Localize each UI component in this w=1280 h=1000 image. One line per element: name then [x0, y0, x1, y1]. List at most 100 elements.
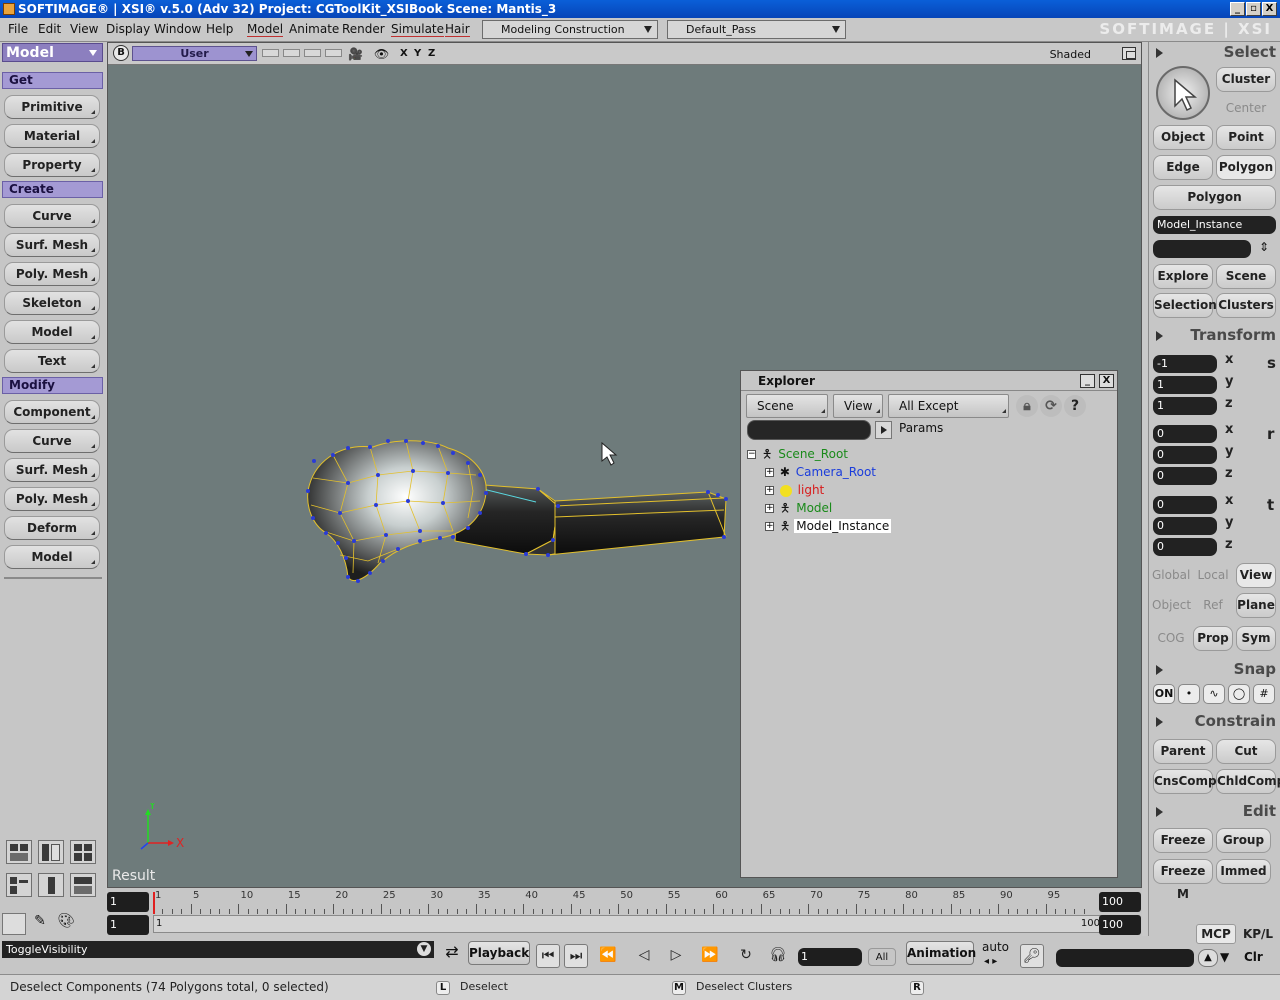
create-skeleton-button[interactable]: Skeleton — [4, 291, 100, 315]
object-ref-button[interactable]: Object — [1151, 593, 1191, 618]
all-toggle[interactable]: All — [868, 948, 896, 966]
scene-root-dropdown[interactable]: Scene Root — [746, 394, 828, 435]
menu-hair[interactable]: Hair — [445, 22, 470, 37]
layout-row-view-icon[interactable] — [70, 873, 96, 897]
maximize-window-button[interactable]: ▫ — [1246, 2, 1261, 16]
scroll-arrows-icon[interactable]: ⇕ — [1259, 240, 1269, 254]
rotate-r-icon[interactable]: r — [1267, 425, 1274, 443]
section-get[interactable]: Get — [2, 72, 103, 89]
expand-icon[interactable]: + — [765, 504, 774, 513]
selection-name-field[interactable] — [1153, 240, 1251, 258]
first-frame-icon[interactable]: ⏪ — [596, 944, 620, 968]
menu-display[interactable]: Display — [106, 22, 150, 36]
freeze-m-button[interactable]: Freeze M — [1153, 859, 1213, 901]
collapse-icon[interactable]: − — [747, 450, 756, 459]
select-arrow-icon[interactable] — [1156, 66, 1210, 120]
play-backward-icon[interactable]: ◁ — [632, 944, 656, 968]
selection-button[interactable]: Selection — [1153, 293, 1217, 318]
explorer-minimize-button[interactable]: _ — [1080, 374, 1095, 388]
explorer-close-button[interactable]: X — [1099, 374, 1114, 388]
layout-grid-view-icon[interactable] — [70, 840, 96, 864]
section-modify[interactable]: Modify — [2, 377, 103, 394]
minimize-window-button[interactable]: _ — [1230, 2, 1245, 16]
loop-icon[interactable]: ↻ — [734, 944, 758, 968]
get-property-button[interactable]: Property — [4, 153, 100, 177]
rotate-x-field[interactable]: 0 — [1153, 425, 1217, 443]
key-down-icon[interactable]: ▼ — [1220, 950, 1229, 964]
snap-grid-icon[interactable]: # — [1253, 684, 1275, 704]
group-button[interactable]: Group — [1216, 828, 1271, 853]
key-icon[interactable]: 🔑︎ — [1020, 944, 1044, 968]
menu-view[interactable]: View — [70, 22, 98, 36]
lock-icon[interactable]: 🔒︎ — [1016, 395, 1038, 417]
translate-x-field[interactable]: 0 — [1153, 496, 1217, 514]
center-button[interactable]: Center — [1216, 96, 1276, 121]
create-curve-button[interactable]: Curve — [4, 204, 100, 228]
section-create[interactable]: Create — [2, 181, 103, 198]
snap-on-toggle[interactable]: ON — [1153, 684, 1175, 704]
tree-node-light[interactable]: + light — [765, 481, 826, 499]
expand-icon[interactable]: + — [765, 486, 774, 495]
current-frame-marker[interactable] — [153, 892, 155, 914]
filter-dropdown[interactable]: All Except Params — [888, 394, 1009, 435]
layout-split-view-icon[interactable] — [38, 840, 64, 864]
animation-value-field[interactable] — [1056, 949, 1194, 967]
timeline-start-field[interactable]: 1 — [107, 892, 149, 912]
modify-component-button[interactable]: Component — [4, 400, 100, 424]
auto-key-arrows-icon[interactable]: ◂ ▸ — [984, 956, 997, 967]
menu-animate[interactable]: Animate — [289, 22, 339, 36]
transform-header[interactable]: Transform — [1152, 325, 1279, 345]
view-ref-button[interactable]: View — [1236, 563, 1276, 588]
prop-button[interactable]: Prop — [1193, 626, 1233, 651]
key-up-icon[interactable]: ▲ — [1198, 949, 1218, 967]
timeline-range-slider[interactable]: 1 100 — [153, 915, 1103, 933]
sym-button[interactable]: Sym — [1236, 626, 1276, 651]
auto-key-label[interactable]: auto — [982, 940, 1009, 954]
view-dropdown[interactable]: View — [833, 394, 883, 418]
tree-node-model-instance[interactable]: + 🯅 Model_Instance — [765, 517, 892, 535]
translate-t-icon[interactable]: t — [1267, 496, 1274, 514]
brush-icon[interactable]: ✎ — [28, 913, 52, 935]
audio-icon[interactable]: 🎧︎ — [766, 944, 790, 968]
get-material-button[interactable]: Material — [4, 124, 100, 148]
snap-surface-icon[interactable]: ◯ — [1228, 684, 1250, 704]
refresh-icon[interactable]: ⟳ — [1040, 395, 1062, 417]
scale-y-field[interactable]: 1 — [1153, 376, 1217, 394]
create-poly-mesh-button[interactable]: Poly. Mesh — [4, 262, 100, 286]
create-text-button[interactable]: Text — [4, 349, 100, 373]
menu-simulate[interactable]: Simulate — [391, 22, 445, 37]
explorer-title-bar[interactable]: Explorer _ X — [741, 371, 1117, 391]
snap-curve-icon[interactable]: ∿ — [1203, 684, 1225, 704]
edit-header[interactable]: Edit — [1152, 801, 1279, 821]
layout-explorer-view-icon[interactable] — [6, 873, 32, 897]
modify-deform-button[interactable]: Deform — [4, 516, 100, 540]
modify-poly-mesh-button[interactable]: Poly. Mesh — [4, 487, 100, 511]
expand-icon[interactable]: + — [765, 522, 774, 531]
render-pass-dropdown[interactable]: Default_Pass — [667, 20, 846, 39]
script-editor-icon[interactable] — [2, 913, 26, 935]
constrain-header[interactable]: Constrain — [1152, 711, 1279, 731]
scale-s-icon[interactable]: s — [1267, 354, 1276, 372]
explorer-search-input[interactable] — [747, 420, 871, 440]
translate-y-field[interactable]: 0 — [1153, 517, 1217, 535]
rotate-z-field[interactable]: 0 — [1153, 467, 1217, 485]
polygon-button[interactable]: Polygon — [1216, 155, 1276, 180]
next-key-icon[interactable]: ⏭ — [564, 944, 588, 968]
command-line-input[interactable]: ToggleVisibility ▼ — [2, 941, 434, 958]
menu-file[interactable]: File — [8, 22, 28, 36]
menu-window[interactable]: Window — [154, 22, 201, 36]
mcp-tab[interactable]: MCP — [1196, 924, 1236, 944]
script-arrow-icon[interactable]: ⇄ — [440, 942, 464, 966]
menu-model[interactable]: Model — [247, 22, 284, 37]
create-surf-mesh-button[interactable]: Surf. Mesh — [4, 233, 100, 257]
point-button[interactable]: Point — [1216, 125, 1276, 150]
modify-surf-mesh-button[interactable]: Surf. Mesh — [4, 458, 100, 482]
cog-button[interactable]: COG — [1151, 626, 1191, 651]
kpl-tab[interactable]: KP/L — [1238, 924, 1278, 944]
translate-z-field[interactable]: 0 — [1153, 538, 1217, 556]
cnscomp-button[interactable]: CnsComp — [1153, 769, 1217, 794]
snap-point-icon[interactable]: • — [1178, 684, 1200, 704]
immed-button[interactable]: Immed — [1216, 859, 1271, 884]
current-frame-field[interactable]: 1 — [798, 948, 862, 966]
tree-node-camera-root[interactable]: + ✱ Camera_Root — [765, 463, 878, 481]
